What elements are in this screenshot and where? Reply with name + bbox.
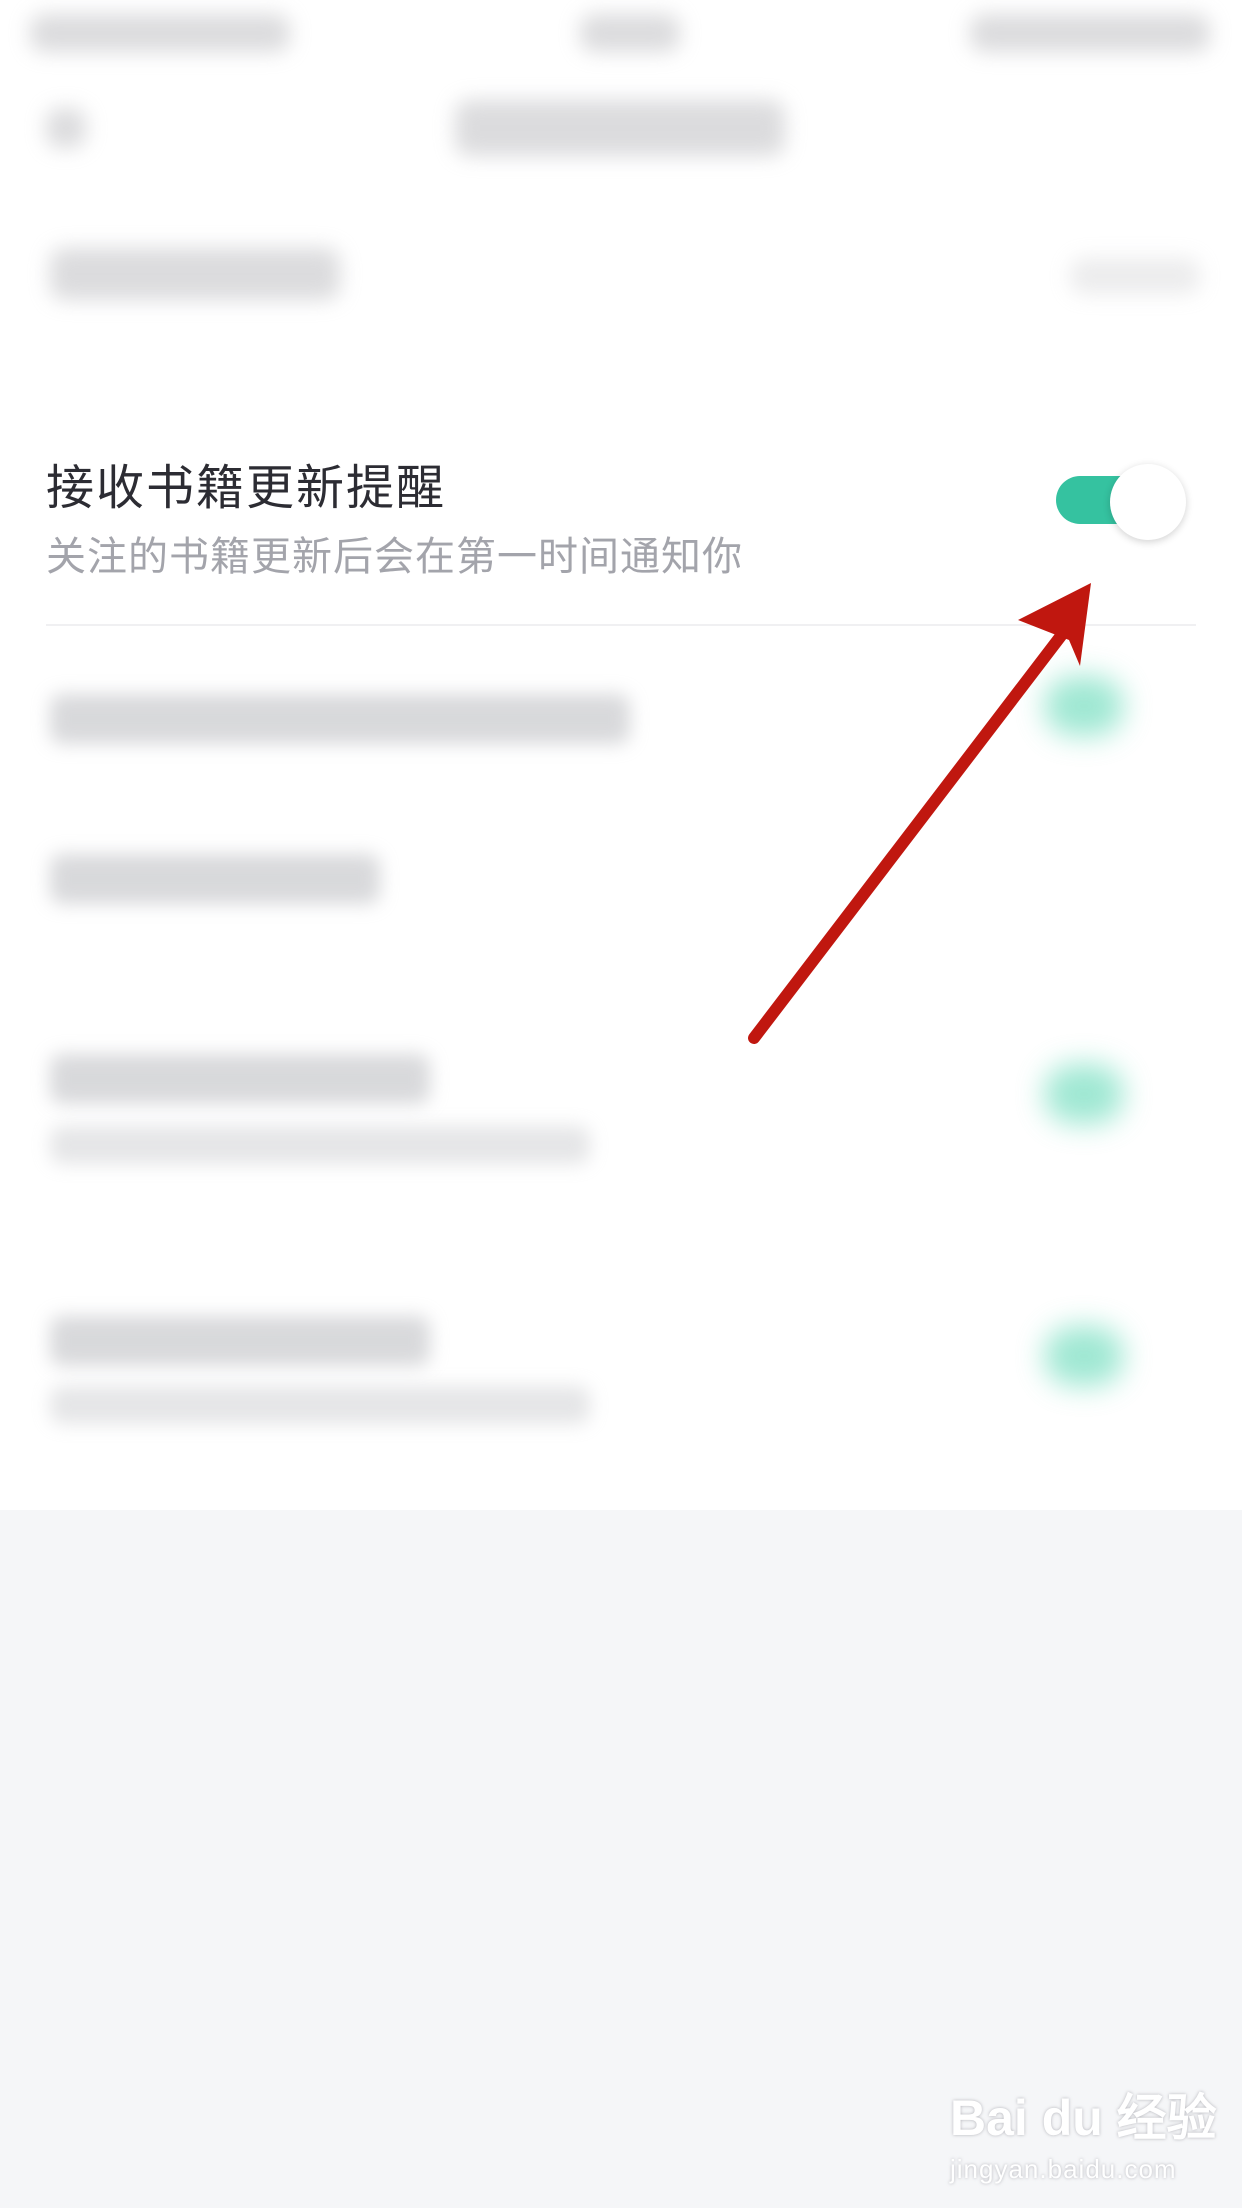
watermark-logo: Bai du 经验 — [950, 2090, 1217, 2146]
book-update-reminder-title: 接收书籍更新提醒 — [46, 460, 447, 516]
watermark-url: jingyan.baidu.com — [950, 2154, 1177, 2184]
blurred-page-title — [455, 100, 785, 156]
blurred-row-4-label — [50, 1054, 430, 1104]
blurred-row-5-toggle[interactable] — [1044, 1326, 1124, 1386]
blurred-status-bar-right — [970, 14, 1210, 52]
blurred-row-3-label — [50, 854, 380, 904]
toggle-knob — [1110, 464, 1186, 540]
blurred-row-5-subtitle — [50, 1386, 590, 1424]
blurred-row-2-toggle[interactable] — [1044, 676, 1124, 736]
blurred-status-bar-center — [580, 14, 680, 52]
blurred-first-row-value — [1070, 258, 1200, 294]
blurred-row-4-subtitle — [50, 1126, 590, 1164]
blurred-status-bar-left — [30, 14, 290, 52]
book-update-reminder-toggle[interactable] — [1056, 464, 1186, 540]
blurred-back-icon — [46, 108, 86, 148]
blurred-row-2-label — [50, 694, 630, 744]
blurred-row-4-toggle[interactable] — [1044, 1064, 1124, 1124]
row-divider — [46, 624, 1196, 626]
settings-card: 接收书籍更新提醒 关注的书籍更新后会在第一时间通知你 — [0, 386, 1242, 1510]
blurred-header-area — [0, 0, 1242, 386]
blurred-row-5-label — [50, 1316, 430, 1366]
book-update-reminder-row[interactable]: 接收书籍更新提醒 关注的书籍更新后会在第一时间通知你 — [0, 386, 1242, 626]
book-update-reminder-subtitle: 关注的书籍更新后会在第一时间通知你 — [46, 534, 743, 580]
blurred-first-row-label — [50, 248, 340, 300]
baidu-jingyan-watermark: Bai du 经验 jingyan.baidu.com — [950, 2078, 1217, 2188]
